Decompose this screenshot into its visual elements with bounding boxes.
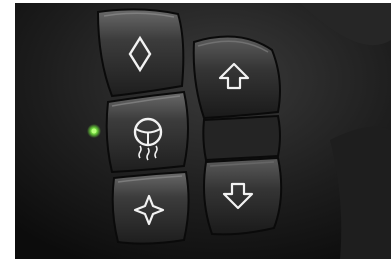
indicator-led-core <box>91 128 97 134</box>
heated-wheel-button[interactable] <box>105 90 189 174</box>
photo-canvas <box>0 0 391 259</box>
star-button[interactable] <box>111 170 190 245</box>
rocker-divider <box>202 114 281 162</box>
diamond-button[interactable] <box>96 8 185 98</box>
down-button[interactable] <box>203 156 283 236</box>
up-button[interactable] <box>192 35 281 120</box>
steering-wheel-photo <box>0 0 391 259</box>
